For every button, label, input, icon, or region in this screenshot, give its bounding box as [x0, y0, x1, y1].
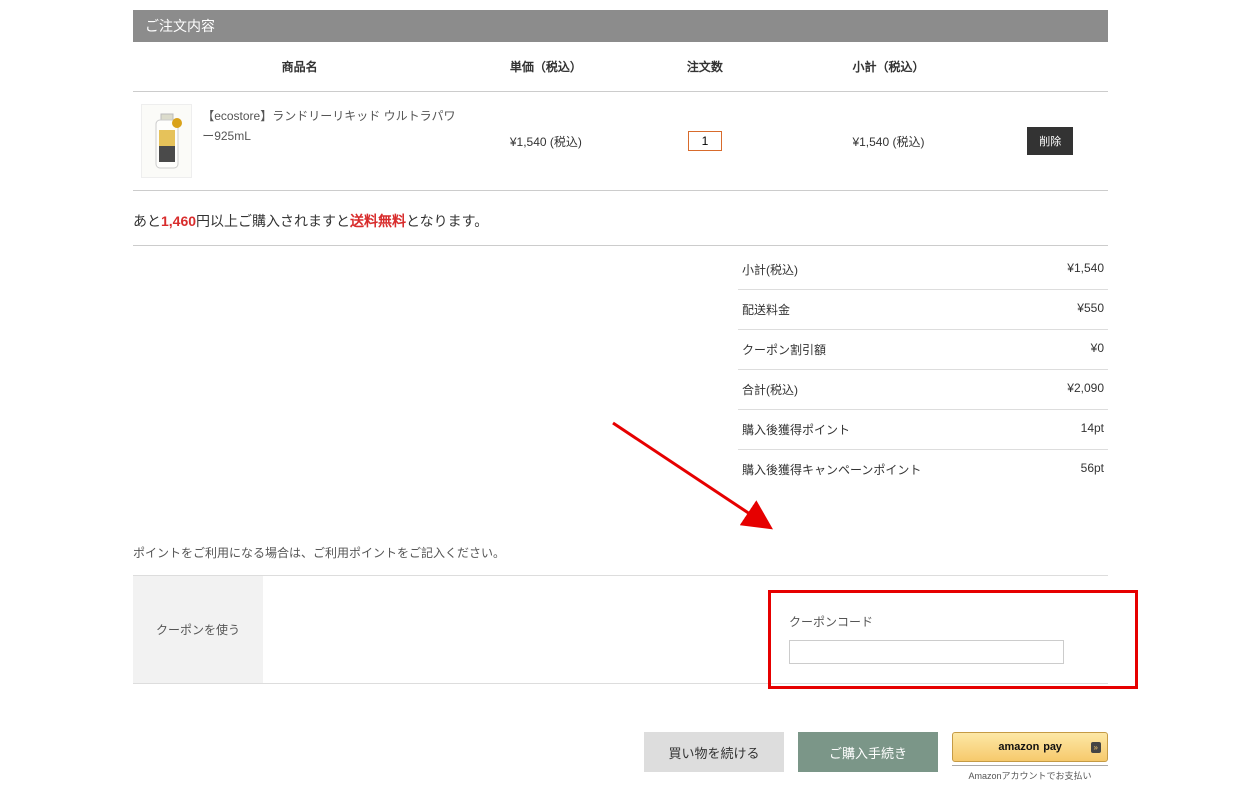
totals-value: 56pt: [1081, 461, 1104, 478]
totals-label: クーポン割引額: [742, 341, 826, 358]
coupon-field-label: クーポンコード: [789, 613, 1117, 630]
th-subtotal: 小計（税込）: [784, 42, 992, 92]
amazon-logo-text: amazon: [998, 741, 1039, 753]
totals-block: 小計(税込) ¥1,540 配送料金 ¥550 クーポン割引額 ¥0 合計(税込) ¥2…: [738, 250, 1108, 489]
totals-value: 14pt: [1081, 421, 1104, 438]
coupon-section-label: クーポンを使う: [133, 576, 263, 683]
coupon-highlight-box: クーポンコード: [768, 590, 1138, 689]
point-note: ポイントをご利用になる場合は、ご利用ポイントをご記入ください。: [133, 544, 1108, 561]
totals-label: 購入後獲得ポイント: [742, 421, 850, 438]
product-name: 【ecostore】ランドリーリキッド ウルトラパワー925mL: [202, 104, 458, 147]
delete-button[interactable]: 削除: [1027, 127, 1073, 155]
free-shipping-note: あと1,460円以上ご購入されますと送料無料となります。: [133, 191, 1108, 246]
amazon-pay-text: pay: [1043, 741, 1061, 753]
th-qty: 注文数: [625, 42, 784, 92]
th-product: 商品名: [133, 42, 466, 92]
totals-value: ¥1,540: [1067, 261, 1104, 278]
qty-input[interactable]: [688, 131, 722, 151]
amazon-pay-caption: Amazonアカウントでお支払い: [952, 765, 1108, 782]
totals-value: ¥0: [1091, 341, 1104, 358]
th-price: 単価（税込）: [466, 42, 625, 92]
amazon-pay-button[interactable]: amazon pay »: [952, 732, 1108, 762]
product-thumbnail: [141, 104, 192, 178]
totals-label: 購入後獲得キャンペーンポイント: [742, 461, 921, 478]
totals-value: ¥550: [1077, 301, 1104, 318]
cart-table: 商品名 単価（税込） 注文数 小計（税込）: [133, 42, 1108, 191]
chevron-right-icon: »: [1091, 742, 1101, 753]
totals-label: 配送料金: [742, 301, 790, 318]
line-subtotal: ¥1,540 (税込): [784, 92, 992, 191]
totals-label: 合計(税込): [742, 381, 798, 398]
totals-value: ¥2,090: [1067, 381, 1104, 398]
purchase-button[interactable]: ご購入手続き: [798, 732, 938, 772]
coupon-section: クーポンを使う クーポンコード: [133, 575, 1108, 684]
unit-price: ¥1,540 (税込): [466, 92, 625, 191]
section-header: ご注文内容: [133, 10, 1108, 42]
continue-shopping-button[interactable]: 買い物を続ける: [644, 732, 784, 772]
totals-label: 小計(税込): [742, 261, 798, 278]
table-row: 【ecostore】ランドリーリキッド ウルトラパワー925mL ¥1,540 …: [133, 92, 1108, 191]
coupon-input[interactable]: [789, 640, 1064, 664]
